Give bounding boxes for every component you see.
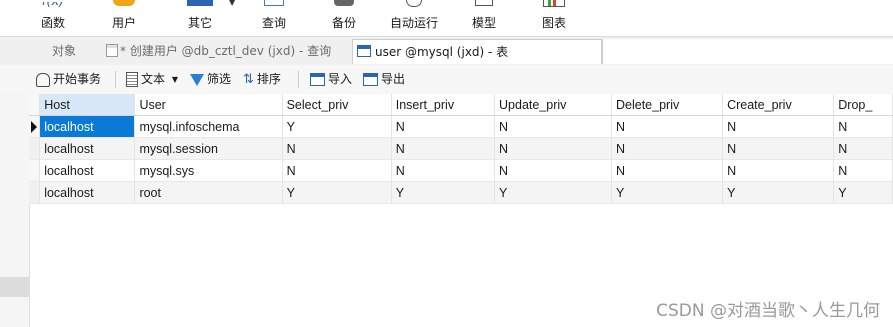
filter-button[interactable]: 筛选: [190, 65, 231, 94]
table-tab-icon: [357, 45, 371, 57]
tab-create-user-query[interactable]: * 创建用户 @db_cztl_dev (jxd) - 查询: [104, 39, 350, 64]
left-panel-marker[interactable]: [0, 277, 29, 297]
ribbon-model-button[interactable]: 模型: [464, 0, 504, 36]
data-grid: Host User Select_priv Insert_priv Update…: [29, 94, 893, 204]
current-row-indicator: [29, 115, 41, 138]
table-row[interactable]: localhost root Y Y Y Y Y Y: [29, 181, 893, 204]
table-cell[interactable]: N: [282, 159, 392, 182]
table-cell[interactable]: Y: [282, 115, 392, 138]
column-header-host[interactable]: Host: [39, 94, 136, 116]
ribbon-backup-button[interactable]: 备份: [324, 0, 364, 36]
table-cell[interactable]: N: [611, 159, 724, 182]
user-icon: [113, 0, 135, 6]
table-cell[interactable]: N: [391, 159, 496, 182]
row-indicator: [29, 181, 41, 204]
import-button[interactable]: 导入: [310, 65, 352, 94]
backup-icon: [334, 0, 354, 6]
table-cell[interactable]: mysql.session: [134, 137, 283, 160]
table-cell[interactable]: Y: [833, 181, 893, 204]
table-cell[interactable]: Y: [611, 181, 724, 204]
ribbon-function-button[interactable]: f(x) 函数: [30, 0, 76, 36]
query-icon: [264, 0, 284, 6]
table-cell[interactable]: N: [833, 137, 893, 160]
table-cell[interactable]: mysql.infoschema: [134, 115, 283, 138]
watermark-text: CSDN @对酒当歌丶人生几何: [656, 301, 880, 321]
function-icon: f(x): [42, 2, 64, 9]
begin-transaction-button[interactable]: 开始事务: [36, 65, 101, 94]
query-tab-icon: [106, 44, 118, 57]
table-cell[interactable]: localhost: [39, 115, 136, 138]
toolbar-divider: [298, 71, 299, 88]
ribbon-user-button[interactable]: 用户: [104, 0, 144, 36]
table-cell[interactable]: N: [494, 159, 612, 182]
table-cell[interactable]: localhost: [39, 137, 136, 160]
tab-bar: 对象 * 创建用户 @db_cztl_dev (jxd) - 查询 user @…: [0, 36, 893, 65]
table-cell[interactable]: N: [494, 115, 612, 138]
column-header-select-priv[interactable]: Select_priv: [282, 94, 392, 116]
column-header-insert-priv[interactable]: Insert_priv: [391, 94, 496, 116]
funnel-icon: [190, 73, 204, 86]
table-cell[interactable]: Y: [282, 181, 392, 204]
table-cell[interactable]: N: [833, 159, 893, 182]
table-cell[interactable]: N: [833, 115, 893, 138]
text-view-button[interactable]: 文本 ▼: [126, 65, 178, 94]
column-header-create-priv[interactable]: Create_priv: [722, 94, 835, 116]
chart-icon: [543, 0, 565, 7]
table-header-row: Host User Select_priv Insert_priv Update…: [29, 94, 893, 116]
column-header-delete-priv[interactable]: Delete_priv: [611, 94, 724, 116]
automation-icon: [406, 0, 422, 7]
other-icon: [187, 0, 213, 6]
model-icon: [475, 0, 493, 6]
table-cell[interactable]: N: [722, 159, 835, 182]
import-icon: [310, 73, 325, 86]
export-button[interactable]: 导出: [363, 65, 405, 94]
sort-button[interactable]: ⇅ 排序: [243, 65, 281, 94]
row-indicator: [29, 137, 41, 160]
table-cell[interactable]: N: [391, 115, 496, 138]
sort-icon: ⇅: [243, 71, 254, 87]
table-cell[interactable]: Y: [494, 181, 612, 204]
table-row[interactable]: localhost mysql.session N N N N N N: [29, 137, 893, 160]
column-header-drop-priv[interactable]: Drop_: [833, 94, 893, 116]
ribbon-toolbar: f(x) 函数 用户 其它 ▼ 查询 备份 自动运行 模型 图表: [0, 0, 893, 36]
column-header-update-priv[interactable]: Update_priv: [494, 94, 612, 116]
ribbon-chart-button[interactable]: 图表: [534, 0, 574, 36]
table-cell[interactable]: N: [494, 137, 612, 160]
table-cell[interactable]: root: [134, 181, 283, 204]
export-icon: [363, 73, 378, 86]
table-row[interactable]: localhost mysql.sys N N N N N N: [29, 159, 893, 182]
table-cell[interactable]: N: [391, 137, 496, 160]
table-cell[interactable]: Y: [722, 181, 835, 204]
ribbon-other-button[interactable]: 其它: [180, 0, 220, 36]
toolbar-divider: [115, 71, 116, 88]
tab-objects[interactable]: 对象: [42, 39, 102, 64]
row-indicator: [29, 159, 41, 182]
table-cell[interactable]: Y: [391, 181, 496, 204]
table-row[interactable]: localhost mysql.infoschema Y N N N N N: [29, 115, 893, 138]
table-toolbar: 开始事务 文本 ▼ 筛选 ⇅ 排序 导入 导出: [0, 65, 893, 95]
tab-bar-empty-area: [602, 39, 893, 64]
ribbon-query-button[interactable]: 查询: [254, 0, 294, 36]
column-header-user[interactable]: User: [134, 94, 283, 116]
text-dropdown-arrow-icon[interactable]: ▼: [172, 75, 178, 84]
table-cell[interactable]: localhost: [39, 181, 136, 204]
table-cell[interactable]: N: [722, 137, 835, 160]
transaction-icon: [36, 72, 50, 87]
tab-user-table[interactable]: user @mysql (jxd) - 表: [352, 39, 602, 64]
table-cell[interactable]: localhost: [39, 159, 136, 182]
row-indicator-header: [29, 94, 41, 116]
current-row-arrow-icon: [31, 120, 38, 133]
table-cell[interactable]: N: [611, 115, 724, 138]
table-cell[interactable]: N: [722, 115, 835, 138]
other-dropdown-arrow-icon[interactable]: ▼: [229, 0, 235, 7]
ribbon-automation-button[interactable]: 自动运行: [384, 0, 444, 36]
text-document-icon: [126, 72, 138, 87]
table-cell[interactable]: mysql.sys: [134, 159, 283, 182]
table-cell[interactable]: N: [282, 137, 392, 160]
table-cell[interactable]: N: [611, 137, 724, 160]
